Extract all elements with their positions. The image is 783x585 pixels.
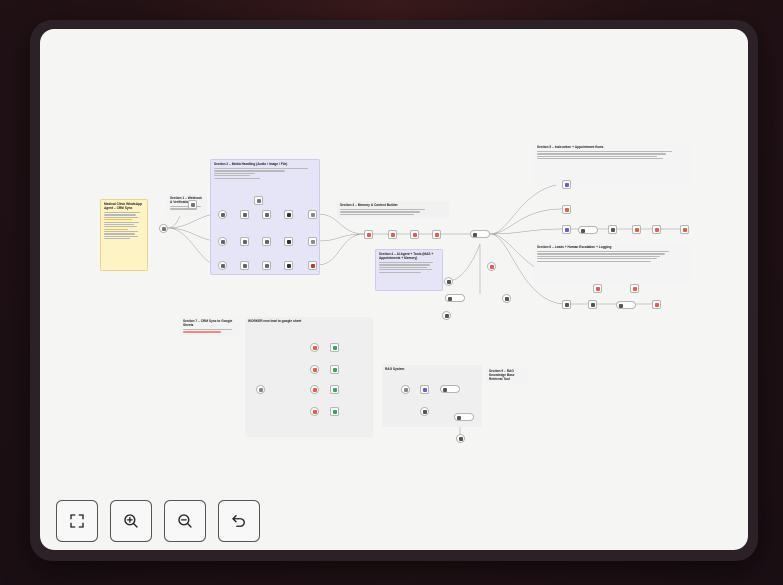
- crm-log-node[interactable]: [630, 284, 639, 293]
- merge-node[interactable]: [364, 230, 373, 239]
- calendar-node[interactable]: [578, 226, 598, 234]
- note-title: Section 6 – Leads + Human Escalation + L…: [537, 245, 612, 249]
- notify-node[interactable]: [680, 225, 689, 234]
- workflow-canvas[interactable]: Medical Clinic WhatsApp Agent – CRM Sync…: [40, 29, 748, 550]
- zoom-out-icon: [178, 514, 192, 528]
- fit-view-button[interactable]: [56, 500, 98, 542]
- worker-trigger-node[interactable]: [256, 385, 265, 394]
- note-title: Section 4 – AI Agent + Tools (MAS + Appo…: [379, 252, 434, 260]
- confirm-node[interactable]: [632, 225, 641, 234]
- sheet-check-2-node[interactable]: [310, 365, 319, 374]
- note-title: RAG System: [385, 367, 405, 371]
- rag-embeddings-2-node[interactable]: [456, 434, 465, 443]
- audio-node[interactable]: [218, 210, 227, 219]
- fit-view-icon: [70, 514, 84, 528]
- app-window: Medical Clinic WhatsApp Agent – CRM Sync…: [30, 20, 758, 561]
- note-section-6[interactable]: Section 6 – Leads + Human Escalation + L…: [534, 243, 690, 285]
- lead-check-node[interactable]: [588, 300, 597, 309]
- extract-file-node[interactable]: [262, 261, 271, 270]
- sheet-append-3-node[interactable]: [330, 385, 339, 394]
- file-node[interactable]: [218, 261, 227, 270]
- download-audio-node[interactable]: [240, 210, 249, 219]
- note-title: Section 7 – CRM Sync to Google Sheets: [183, 319, 233, 327]
- appointment-check-node[interactable]: [562, 225, 571, 234]
- send-whatsapp-node[interactable]: [652, 225, 661, 234]
- mas-tool-node[interactable]: [442, 311, 451, 320]
- chat-model-node[interactable]: [444, 277, 453, 286]
- sheet-append-2-node[interactable]: [330, 365, 339, 374]
- zoom-in-button[interactable]: [110, 500, 152, 542]
- image-node[interactable]: [218, 237, 227, 246]
- set-image-node[interactable]: [308, 237, 317, 246]
- note-section-5[interactable]: Section 5 – Instruction + Appointment fl…: [534, 143, 690, 185]
- note-section-8[interactable]: WORKER new lead to google sheet: [245, 317, 373, 437]
- switch-intent-node[interactable]: [502, 294, 511, 303]
- note-title: Section 2 – Media Handling (Audio / Imag…: [214, 162, 288, 166]
- analyze-image-node[interactable]: [262, 237, 271, 246]
- set-audio-node[interactable]: [308, 210, 317, 219]
- verify-node[interactable]: [188, 200, 197, 209]
- sticky-note-overview[interactable]: Medical Clinic WhatsApp Agent – CRM Sync: [100, 199, 148, 271]
- sheet-append-4-node[interactable]: [330, 407, 339, 416]
- note-title: Section 1 – Webhook & Verification: [170, 196, 202, 204]
- faq-node[interactable]: [562, 205, 571, 214]
- appointments-tool-node[interactable]: [487, 262, 496, 271]
- undo-icon: [232, 515, 245, 527]
- rag-trigger-node[interactable]: [401, 385, 410, 394]
- memory-tool-node[interactable]: [445, 294, 465, 302]
- transcribe-node[interactable]: [262, 210, 271, 219]
- note-section-10[interactable]: Section 9 – RAG Knowledge Base Retrieval…: [486, 367, 528, 383]
- webhook-node[interactable]: [159, 224, 168, 233]
- note-title: Section 3 – Memory & Context Builder: [340, 203, 398, 207]
- note-title: WORKER new lead to google sheet: [248, 319, 302, 323]
- sheet-append-1-node[interactable]: [330, 343, 339, 352]
- note-title: Section 9 – RAG Knowledge Base Retrieval…: [489, 369, 515, 381]
- rag-embeddings-node[interactable]: [420, 407, 429, 416]
- note-section-1[interactable]: Section 1 – Webhook & Verification: [167, 194, 207, 216]
- note-section-4[interactable]: Section 4 – AI Agent + Tools (MAS + Appo…: [375, 249, 443, 291]
- sheet-check-1-node[interactable]: [310, 343, 319, 352]
- zoom-out-button[interactable]: [164, 500, 206, 542]
- openai-file-node[interactable]: [284, 261, 293, 270]
- memory-get-node[interactable]: [388, 230, 397, 239]
- instruction-node[interactable]: [562, 180, 571, 189]
- openai-audio-node[interactable]: [284, 210, 293, 219]
- log-node[interactable]: [652, 300, 661, 309]
- zoom-in-icon: [124, 514, 138, 528]
- download-image-node[interactable]: [240, 237, 249, 246]
- note-title: Section 5 – Instruction + Appointment fl…: [537, 145, 604, 149]
- set-file-node[interactable]: [308, 261, 317, 270]
- note-title: Medical Clinic WhatsApp Agent – CRM Sync: [104, 202, 142, 210]
- context-node[interactable]: [432, 230, 441, 239]
- escalation-node[interactable]: [616, 301, 636, 309]
- download-file-node[interactable]: [240, 261, 249, 270]
- undo-button[interactable]: [218, 500, 260, 542]
- note-section-3[interactable]: Section 3 – Memory & Context Builder: [337, 201, 449, 219]
- memory-build-node[interactable]: [410, 230, 419, 239]
- alert-node[interactable]: [593, 284, 602, 293]
- ai-agent-node[interactable]: [470, 230, 490, 238]
- note-section-7[interactable]: Section 7 – CRM Sync to Google Sheets: [180, 317, 240, 337]
- rag-download-node[interactable]: [420, 385, 429, 394]
- sheet-check-4-node[interactable]: [310, 407, 319, 416]
- openai-image-node[interactable]: [284, 237, 293, 246]
- rag-vector-store-node[interactable]: [440, 385, 460, 393]
- sheet-check-3-node[interactable]: [310, 385, 319, 394]
- rag-retrieval-node[interactable]: [454, 413, 474, 421]
- create-event-node[interactable]: [608, 225, 617, 234]
- lead-node[interactable]: [562, 300, 571, 309]
- media-switch-node[interactable]: [254, 196, 263, 205]
